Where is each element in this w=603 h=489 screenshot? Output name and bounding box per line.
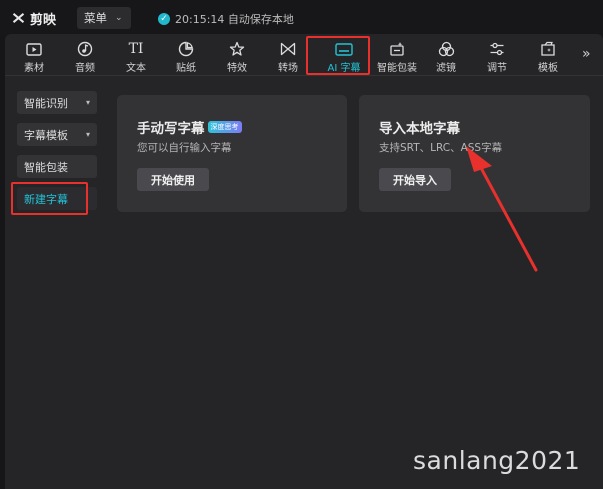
more-tabs-icon[interactable]: »: [582, 46, 591, 62]
tab-label: 特效: [227, 63, 247, 74]
button-label: 开始使用: [151, 173, 195, 187]
tab-audio[interactable]: 音频: [62, 40, 108, 74]
autosave-status: ✓ 20:15:14 自动保存本地: [158, 11, 294, 27]
menu-button[interactable]: 菜单 ⌄: [77, 7, 131, 29]
media-icon: [26, 40, 42, 58]
sidebar-item-label: 智能识别: [24, 96, 68, 110]
filter-icon: [438, 40, 455, 58]
menu-label: 菜单: [84, 11, 107, 25]
smart-pack-icon: [389, 40, 405, 58]
card-description: 支持SRT、LRC、ASS字幕: [379, 142, 503, 154]
tab-label: 智能包装: [377, 63, 417, 74]
adjust-icon: [489, 40, 505, 58]
tab-label: 贴纸: [176, 63, 196, 74]
logo-text: 剪映: [30, 12, 57, 28]
top-bar: 剪映 菜单 ⌄ ✓ 20:15:14 自动保存本地: [0, 0, 603, 36]
tab-filter[interactable]: 滤镜: [423, 40, 469, 74]
template-icon: [540, 40, 556, 58]
check-icon: ✓: [158, 13, 170, 25]
autosave-text: 20:15:14 自动保存本地: [175, 13, 294, 26]
sticker-icon: [178, 40, 194, 58]
tab-media[interactable]: 素材: [11, 40, 57, 74]
card-title: 手动写字幕 深度思考: [137, 117, 242, 137]
tab-smart-pack[interactable]: 智能包装: [371, 40, 423, 74]
sidebar-item-smart-pack[interactable]: 智能包装: [17, 155, 97, 178]
chevron-down-icon: ▾: [85, 130, 90, 139]
sidebar-item-label: 智能包装: [24, 160, 68, 174]
chevron-down-icon: ▾: [85, 98, 90, 107]
effects-icon: [229, 40, 245, 58]
ai-subtitle-icon: [335, 40, 353, 58]
start-using-button[interactable]: 开始使用: [137, 168, 209, 191]
manual-subtitle-card: 手动写字幕 深度思考 您可以自行输入字幕 开始使用: [117, 95, 347, 212]
tab-ai-subtitle[interactable]: AI 字幕: [317, 40, 371, 74]
audio-icon: [77, 40, 93, 58]
button-label: 开始导入: [393, 173, 437, 187]
tool-tabs: 素材 音频 TI 文本 贴纸 特效 转场 AI 字幕 智能包装 滤镜 调节 模板: [5, 34, 603, 76]
deep-think-badge: 深度思考: [207, 121, 242, 133]
sidebar-item-label: 新建字幕: [24, 192, 68, 206]
tab-label: 音频: [75, 63, 95, 74]
sidebar-item-subtitle-template[interactable]: 字幕模板 ▾: [17, 123, 97, 146]
tab-label: 调节: [487, 63, 507, 74]
sidebar-item-smart-recognition[interactable]: 智能识别 ▾: [17, 91, 97, 114]
chevron-down-icon: ⌄: [115, 13, 123, 23]
manual-subtitle-title: 手动写字幕: [137, 121, 205, 137]
start-import-button[interactable]: 开始导入: [379, 168, 451, 191]
tab-label: 素材: [24, 63, 44, 74]
tab-adjust[interactable]: 调节: [474, 40, 520, 74]
tab-sticker[interactable]: 贴纸: [163, 40, 209, 74]
card-title: 导入本地字幕: [379, 117, 460, 137]
tab-label: 文本: [126, 63, 146, 74]
tab-transition[interactable]: 转场: [265, 40, 311, 74]
tab-effects[interactable]: 特效: [214, 40, 260, 74]
tab-template[interactable]: 模板: [525, 40, 571, 74]
text-icon: TI: [128, 41, 144, 57]
transition-icon: [280, 40, 296, 58]
tab-label: 模板: [538, 63, 558, 74]
app-logo: 剪映: [10, 8, 56, 28]
import-subtitle-card: 导入本地字幕 支持SRT、LRC、ASS字幕 开始导入: [359, 95, 590, 212]
tab-label: 转场: [278, 63, 298, 74]
import-subtitle-title: 导入本地字幕: [379, 121, 460, 137]
logo-icon: [10, 10, 26, 26]
tab-label: AI 字幕: [327, 63, 361, 74]
tab-text[interactable]: TI 文本: [113, 40, 159, 74]
watermark-text: sanlang2021: [413, 446, 581, 475]
sidebar-item-label: 字幕模板: [24, 128, 68, 142]
sidebar-item-new-subtitle[interactable]: 新建字幕: [17, 187, 97, 210]
card-description: 您可以自行输入字幕: [137, 142, 232, 154]
tab-label: 滤镜: [436, 63, 456, 74]
